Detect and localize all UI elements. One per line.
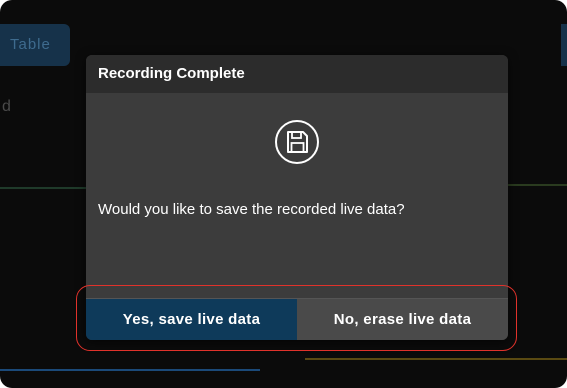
- background-graph-line: [0, 369, 260, 371]
- device-frame: Table d Recording Complete Would you lik…: [0, 0, 567, 388]
- yes-save-live-data-button[interactable]: Yes, save live data: [86, 299, 297, 340]
- dialog-message: Would you like to save the recorded live…: [98, 201, 405, 218]
- background-tab-table[interactable]: Table: [0, 24, 70, 66]
- background-graph-line: [0, 187, 86, 189]
- recording-complete-dialog: Recording Complete Would you like to sav…: [86, 55, 508, 340]
- floppy-disk-icon: [274, 119, 320, 165]
- background-tab-edge: [561, 24, 567, 66]
- background-label: d: [2, 98, 11, 115]
- no-erase-live-data-button[interactable]: No, erase live data: [297, 299, 508, 340]
- app-screen: Table d Recording Complete Would you lik…: [0, 0, 567, 388]
- background-graph-line: [305, 358, 567, 360]
- background-graph-line: [508, 184, 567, 186]
- dialog-title: Recording Complete: [86, 55, 508, 93]
